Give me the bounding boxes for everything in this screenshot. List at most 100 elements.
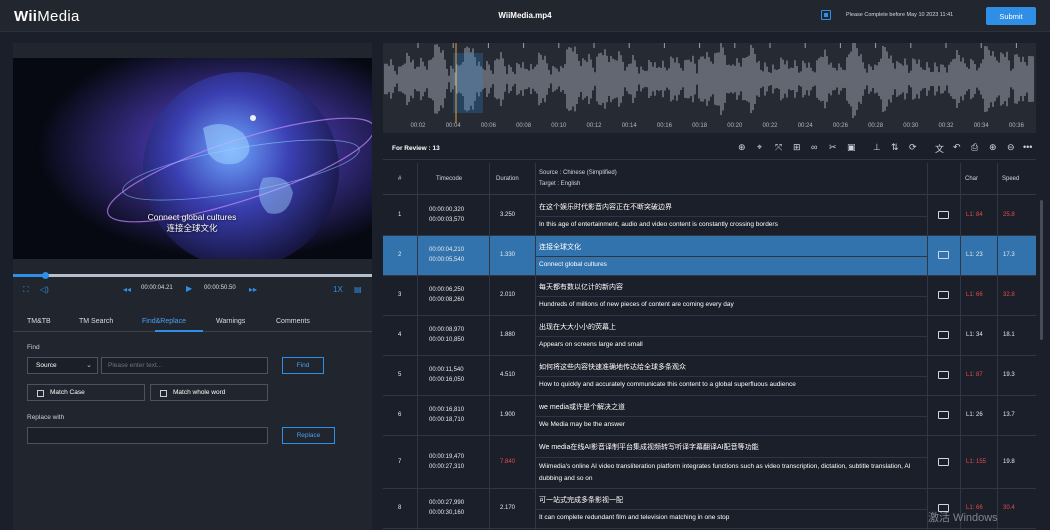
target-text[interactable]: Hundreds of millions of new pieces of co… [539, 299, 923, 311]
match-case-checkbox[interactable]: Match Case [27, 384, 145, 401]
segment-duration: 2.170 [500, 505, 516, 511]
target-text[interactable]: It can complete redundant film and telev… [539, 512, 923, 524]
target-text[interactable]: Wiimedia's online AI video transliterati… [539, 461, 923, 485]
zoom-out-icon[interactable]: ⊖ [1007, 142, 1015, 153]
tool-tabs: TM&TB TM Search Find&Replace Warnings Co… [13, 310, 372, 332]
segment-duration: 2.010 [500, 292, 516, 298]
time-tick-label: 00:30 [903, 123, 919, 129]
source-text[interactable]: we media或许是个解决之道 [539, 402, 919, 412]
char-count: L1: 26 [966, 412, 983, 418]
tab-find-replace[interactable]: Find&Replace [142, 318, 186, 325]
focus-icon[interactable]: ⌖ [757, 142, 762, 153]
shift-icon[interactable]: ⇅ [891, 142, 899, 153]
row-divider [535, 336, 927, 337]
subtitle-icon[interactable]: ▤ [354, 285, 362, 294]
header-number: # [398, 176, 402, 182]
tab-warnings[interactable]: Warnings [216, 318, 245, 325]
speed-selector[interactable]: 1X [333, 285, 343, 294]
delete-icon[interactable]: ▣ [847, 142, 856, 153]
split-icon[interactable]: ⊞ [793, 142, 801, 153]
replace-button[interactable]: Replace [282, 427, 335, 444]
row-divider [535, 376, 927, 377]
submit-button[interactable]: Submit [986, 7, 1036, 25]
waveform-selection[interactable] [453, 53, 483, 113]
comment-icon[interactable] [938, 411, 949, 419]
source-text[interactable]: 如何将这些内容快速准确地传达给全球多条观众 [539, 362, 919, 372]
segment-duration: 1.880 [500, 332, 516, 338]
scissors-icon[interactable]: ✂ [829, 142, 837, 153]
find-input[interactable]: Please enter text... [101, 357, 268, 374]
end-timecode: 00:00:03,570 [429, 217, 465, 223]
find-scope-select[interactable]: Source ⌄ [27, 357, 98, 374]
rewind-icon[interactable]: ◂◂ [123, 285, 131, 294]
row-divider [535, 296, 927, 297]
zoom-in-icon[interactable]: ⊕ [989, 142, 997, 153]
end-timecode: 00:00:16,050 [429, 377, 465, 383]
forward-icon[interactable]: ▸▸ [249, 285, 257, 294]
char-count: L1: 84 [966, 212, 983, 218]
align-icon[interactable]: ⊥ [873, 142, 881, 153]
source-text[interactable]: 可一站式完成多条影视一配 [539, 495, 919, 505]
review-count: For Review : 13 [392, 145, 440, 152]
segment-row[interactable]: 6 00:00:16,810 00:00:18,710 1.900 we media或许… [383, 396, 1036, 436]
segment-row[interactable]: 7 00:00:19,470 00:00:27,310 7.840 We media在线… [383, 436, 1036, 489]
source-text[interactable]: 每天都有数以亿计的新内容 [539, 282, 919, 292]
grid-scrollbar[interactable] [1040, 200, 1043, 340]
start-timecode: 00:00:16,810 [429, 407, 465, 413]
sync-icon[interactable]: ⟳ [909, 142, 917, 153]
segment-row[interactable]: 5 00:00:11,540 00:00:16,050 4.510 如何将这些内容快速准… [383, 356, 1036, 396]
time-tick-label: 00:36 [1009, 123, 1025, 129]
comment-icon[interactable] [938, 371, 949, 379]
export-icon[interactable]: ⎙ [971, 142, 978, 153]
comment-icon[interactable] [938, 211, 949, 219]
column-divider [960, 163, 961, 530]
source-text[interactable]: We media在线AI影音译制平台集成视频转写听译字幕翻译AI配音等功能 [539, 442, 919, 452]
start-timecode: 00:00:04,210 [429, 247, 465, 253]
time-tick-label: 00:26 [833, 123, 849, 129]
source-text[interactable]: 在这个娱乐时代影音内容正在不断突破边界 [539, 202, 919, 212]
header-duration: Duration [496, 176, 519, 182]
segment-row[interactable]: 4 00:00:08,970 00:00:10,850 1.880 出现在大大小小的荧幕… [383, 316, 1036, 356]
merge-icon[interactable]: ⤧ [775, 142, 782, 153]
segment-duration: 1.900 [500, 412, 516, 418]
segment-row[interactable]: 2 00:00:04,210 00:00:05,540 1.330 连接全球文化 Conn… [383, 236, 1036, 276]
target-text[interactable]: We Media may be the answer [539, 419, 923, 431]
target-text[interactable]: In this age of entertainment, audio and … [539, 219, 923, 231]
comment-icon[interactable] [938, 331, 949, 339]
replace-input[interactable] [27, 427, 268, 444]
undo-icon[interactable]: ↶ [953, 142, 961, 153]
more-icon[interactable]: ••• [1023, 142, 1032, 152]
find-button[interactable]: Find [282, 357, 324, 374]
total-time: 00:00:50.50 [204, 285, 236, 291]
column-divider [417, 163, 418, 530]
column-divider [927, 163, 928, 530]
segment-row[interactable]: 3 00:00:06,250 00:00:08,260 2.010 每天都有数以亿计的新… [383, 276, 1036, 316]
add-segment-icon[interactable]: ⊕ [738, 142, 746, 153]
match-whole-word-checkbox[interactable]: Match whole word [150, 384, 268, 401]
target-text[interactable]: How to quickly and accurately communicat… [539, 379, 923, 391]
reading-speed: 32.8 [1003, 292, 1015, 298]
play-icon[interactable]: ▶ [186, 284, 192, 293]
tab-tm-tb[interactable]: TM&TB [27, 318, 51, 325]
end-timecode: 00:00:10,850 [429, 337, 465, 343]
source-text[interactable]: 连接全球文化 [539, 242, 919, 252]
tab-comments[interactable]: Comments [276, 318, 310, 325]
segment-row[interactable]: 1 00:00:00,320 00:00:03,570 3.250 在这个娱乐时代影音内… [383, 196, 1036, 236]
link-icon[interactable]: ∞ [811, 142, 817, 152]
comment-icon[interactable] [938, 291, 949, 299]
time-tick-label: 00:34 [974, 123, 990, 129]
comment-icon[interactable] [938, 251, 949, 259]
target-text[interactable]: Appears on screens large and small [539, 339, 923, 351]
target-text[interactable]: Connect global cultures [539, 259, 923, 271]
comment-icon[interactable] [938, 457, 949, 466]
row-divider [535, 457, 927, 458]
volume-icon[interactable]: ◁) [40, 285, 49, 294]
fullscreen-icon[interactable]: ⛶ [23, 285, 29, 295]
source-text[interactable]: 出现在大大小小的荧幕上 [539, 322, 919, 332]
tab-tm-search[interactable]: TM Search [79, 318, 113, 325]
translate-icon[interactable]: 文 [935, 142, 944, 155]
time-tick-label: 00:12 [586, 123, 602, 129]
column-divider [489, 163, 490, 530]
audio-waveform[interactable]: 00:02 00:04 00:06 00:08 00:10 00:12 00:14 00:16… [383, 43, 1036, 133]
playback-progress[interactable] [13, 272, 372, 279]
